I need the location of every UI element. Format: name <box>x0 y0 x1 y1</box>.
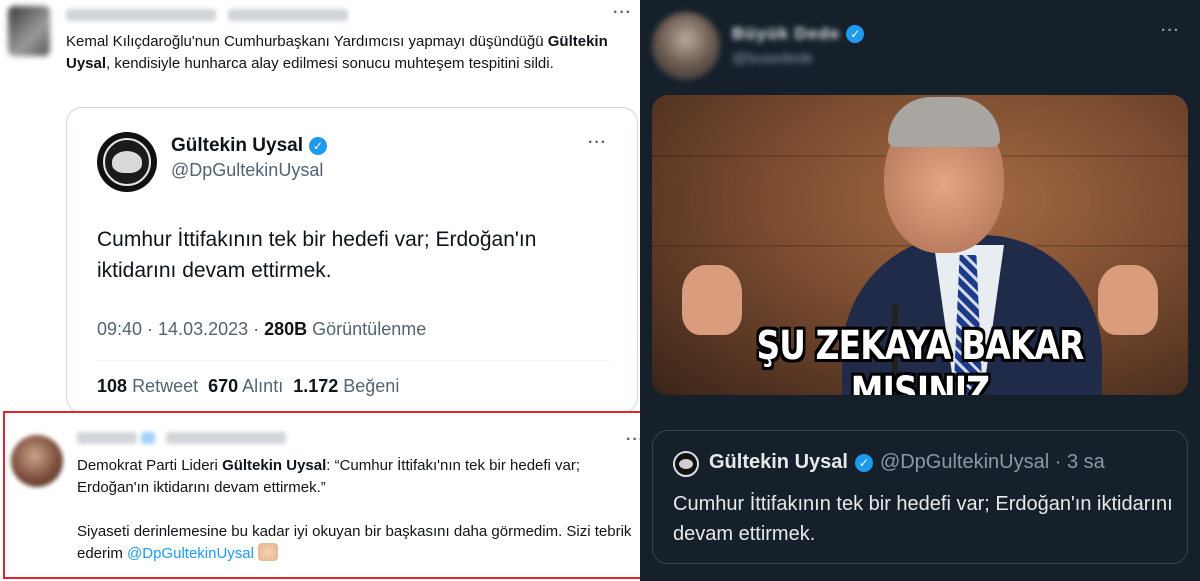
highlighted-reply-tweet: ··· Demokrat Parti Lideri Gültekin Uysal… <box>3 411 657 579</box>
meme-caption: ŞU ZEKAYA BAKAR MISINIZ <box>756 323 1084 395</box>
quoted-tweet-card[interactable]: Gültekin Uysal ✓ @DpGultekinUysal ··· Cum… <box>66 107 638 413</box>
tweet-timestamp-views: 09:40 · 14.03.2023 · 280B Görüntülenme <box>97 319 427 339</box>
more-options-icon[interactable]: ··· <box>613 4 632 22</box>
quoted-tweet-body: Cumhur İttifakının tek bir hedefi var; E… <box>97 228 537 282</box>
reply-author-avatar[interactable] <box>11 435 63 487</box>
author-header-blurred <box>66 8 349 26</box>
reply-author-header-blurred <box>77 431 286 449</box>
author-handle-blurred[interactable]: @busedede <box>732 50 813 67</box>
more-options-icon[interactable]: ··· <box>1161 22 1180 40</box>
clapping-hands-icon <box>257 543 278 561</box>
engagement-stats: 108 Retweet 670 Alıntı 1.172 Beğeni <box>97 376 399 397</box>
more-options-icon[interactable]: ··· <box>588 134 607 152</box>
meme-image[interactable]: ŞU ZEKAYA BAKAR MISINIZ <box>652 95 1188 395</box>
quoted-tweet-body: Cumhur İttifakının tek bir hedefi var; E… <box>673 493 1173 545</box>
quoted-author-avatar[interactable] <box>673 451 699 477</box>
quoted-author-handle[interactable]: @DpGultekinUysal <box>171 160 323 181</box>
reply-text: Demokrat Parti Lideri Gültekin Uysal: “C… <box>77 457 581 496</box>
divider <box>97 360 609 361</box>
author-avatar[interactable] <box>8 6 50 56</box>
reply-text-2: Siyaseti derinlemesine bu kadar iyi okuy… <box>77 523 632 562</box>
author-name-blurred[interactable]: Büyük Dede <box>732 24 840 44</box>
quoted-author-handle[interactable]: @DpGultekinUysal · 3 sa <box>880 451 1105 474</box>
author-header: Büyük Dede ✓ <box>732 24 865 44</box>
verified-badge-icon: ✓ <box>846 25 865 43</box>
tweet-text: Kemal Kılıçdaroğlu'nun Cumhurbaşkanı Yar… <box>66 33 608 72</box>
right-dark-tweet: Büyük Dede ✓ @busedede ··· ŞU ZEKAYA BAK… <box>640 0 1200 581</box>
quoted-author-header: Gültekin Uysal ✓ @DpGultekinUysal · 3 sa <box>709 451 1105 474</box>
quoted-author-name[interactable]: Gültekin Uysal <box>709 451 848 474</box>
verified-badge-icon: ✓ <box>854 453 873 472</box>
retweets-stat[interactable]: 108 Retweet <box>97 376 198 397</box>
quotes-stat[interactable]: 670 Alıntı <box>208 376 283 397</box>
quoted-author-avatar[interactable] <box>97 132 157 192</box>
quoted-author-name[interactable]: Gültekin Uysal ✓ <box>171 135 327 157</box>
mention-link[interactable]: @DpGultekinUysal <box>127 545 254 562</box>
likes-stat[interactable]: 1.172 Beğeni <box>293 376 399 397</box>
verified-badge-icon: ✓ <box>309 137 327 155</box>
author-avatar[interactable] <box>652 12 720 80</box>
quoted-tweet-card[interactable]: Gültekin Uysal ✓ @DpGultekinUysal · 3 sa… <box>652 430 1188 564</box>
